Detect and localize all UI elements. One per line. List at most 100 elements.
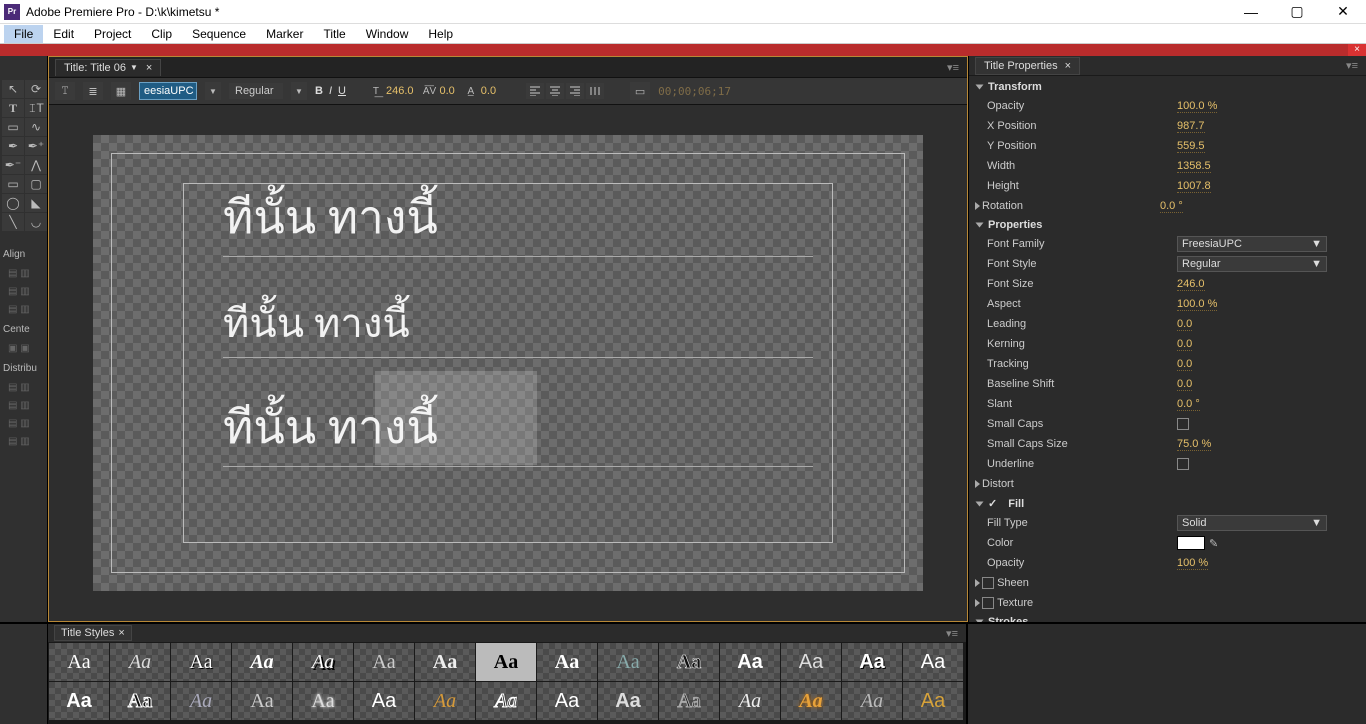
arc-tool-icon[interactable]: ◡ <box>25 213 47 231</box>
aspect-value[interactable]: 100.0 % <box>1177 298 1217 311</box>
leading-value[interactable]: 0.0 <box>1177 318 1192 331</box>
panel-menu-icon[interactable]: ▾≡ <box>1346 59 1366 72</box>
chevron-down-icon[interactable]: ▼ <box>130 63 138 72</box>
italic-button[interactable]: I <box>329 85 332 97</box>
minimize-button[interactable]: — <box>1228 1 1274 23</box>
section-fill[interactable]: Fill <box>1008 498 1024 510</box>
align-left-icon[interactable] <box>526 83 544 99</box>
font-family-input[interactable]: eesiaUPC <box>139 82 197 100</box>
titler-tab[interactable]: Title: Title 06 ▼ × <box>55 59 161 76</box>
tab-close-icon[interactable]: × <box>118 627 124 639</box>
font-family-dropdown-icon[interactable]: ▼ <box>205 82 221 100</box>
style-swatch[interactable]: Aa <box>415 682 475 720</box>
style-swatch[interactable]: Aa <box>354 682 414 720</box>
align-center-icon[interactable] <box>546 83 564 99</box>
menu-edit[interactable]: Edit <box>43 25 84 43</box>
maximize-button[interactable]: ▢ <box>1274 1 1320 23</box>
style-swatch[interactable]: Aa <box>232 682 292 720</box>
menu-marker[interactable]: Marker <box>256 25 313 43</box>
section-strokes[interactable]: Strokes <box>988 616 1028 622</box>
menu-sequence[interactable]: Sequence <box>182 25 256 43</box>
leading-value[interactable]: 0.0 <box>481 85 496 97</box>
area-type-tool-icon[interactable]: ▭ <box>2 118 24 136</box>
underline-button[interactable]: U <box>338 85 346 97</box>
distort-label[interactable]: Distort <box>982 478 1160 490</box>
style-swatch[interactable]: Aa <box>659 643 719 681</box>
font-style-combo[interactable]: Regular▼ <box>1177 256 1327 272</box>
wedge-tool-icon[interactable]: ◣ <box>25 194 47 212</box>
underline-checkbox[interactable] <box>1177 458 1189 470</box>
delete-anchor-tool-icon[interactable]: ✒⁻ <box>2 156 24 174</box>
path-type-tool-icon[interactable]: ∿ <box>25 118 47 136</box>
rounded-rect-tool-icon[interactable]: ▢ <box>25 175 47 193</box>
width-value[interactable]: 1358.5 <box>1177 160 1211 173</box>
align-row[interactable]: ▤ ▥ <box>0 282 47 300</box>
distribute-row[interactable]: ▤ ▥ <box>0 396 47 414</box>
style-swatch[interactable]: Aa <box>842 682 902 720</box>
rotation-value[interactable]: 0.0 ° <box>1160 200 1183 213</box>
style-swatch[interactable]: Aa <box>415 643 475 681</box>
height-value[interactable]: 1007.8 <box>1177 180 1211 193</box>
tracking-value[interactable]: 0.0 <box>1177 358 1192 371</box>
tab-close-icon[interactable]: × <box>146 62 152 74</box>
bold-button[interactable]: B <box>315 85 323 97</box>
kerning-value[interactable]: 0.0 <box>1177 338 1192 351</box>
fill-color-swatch[interactable] <box>1177 536 1205 550</box>
menu-window[interactable]: Window <box>356 25 419 43</box>
style-swatch[interactable]: Aa <box>476 643 536 681</box>
type-tool-icon[interactable]: T <box>2 99 24 117</box>
style-swatch[interactable]: Aa <box>781 643 841 681</box>
style-swatch[interactable]: Aa <box>903 643 963 681</box>
xposition-value[interactable]: 987.7 <box>1177 120 1205 133</box>
rectangle-tool-icon[interactable]: ▭ <box>2 175 24 193</box>
eyedropper-icon[interactable]: ✎ <box>1209 537 1218 550</box>
menu-project[interactable]: Project <box>84 25 141 43</box>
style-swatch[interactable]: Aa <box>720 682 780 720</box>
fill-opacity-value[interactable]: 100 % <box>1177 557 1208 570</box>
style-swatch[interactable]: Aa <box>110 643 170 681</box>
style-swatch[interactable]: Aa <box>49 682 109 720</box>
menu-file[interactable]: File <box>4 25 43 43</box>
style-swatch[interactable]: Aa <box>293 643 353 681</box>
font-size-value[interactable]: 246.0 <box>1177 278 1205 291</box>
menu-title[interactable]: Title <box>313 25 355 43</box>
menu-help[interactable]: Help <box>418 25 463 43</box>
pen-tool-icon[interactable]: ✒ <box>2 137 24 155</box>
panel-menu-icon[interactable]: ▾≡ <box>947 61 967 74</box>
tab-stops-icon[interactable] <box>586 83 604 99</box>
style-swatch[interactable]: Aa <box>171 643 231 681</box>
tab-close-icon[interactable]: × <box>1065 60 1071 72</box>
align-row[interactable]: ▤ ▥ <box>0 300 47 318</box>
selection-tool-icon[interactable]: ↖ <box>2 80 24 98</box>
distribute-row[interactable]: ▤ ▥ <box>0 414 47 432</box>
vertical-type-tool-icon[interactable]: 𝙸T <box>25 99 47 117</box>
menu-clip[interactable]: Clip <box>141 25 182 43</box>
style-swatch[interactable]: Aa <box>354 643 414 681</box>
timecode[interactable]: 00;00;06;17 <box>658 85 731 98</box>
distribute-row[interactable]: ▤ ▥ <box>0 378 47 396</box>
style-swatch[interactable]: Aa <box>598 682 658 720</box>
fill-checkbox[interactable]: ✓ <box>988 497 997 510</box>
small-caps-size-value[interactable]: 75.0 % <box>1177 438 1211 451</box>
baseline-value[interactable]: 0.0 <box>1177 378 1192 391</box>
font-size-value[interactable]: 246.0 <box>386 85 414 97</box>
style-swatch[interactable]: Aa <box>293 682 353 720</box>
align-row[interactable]: ▤ ▥ <box>0 264 47 282</box>
alert-close-button[interactable]: × <box>1348 44 1366 56</box>
rotate-tool-icon[interactable]: ⟳ <box>25 80 47 98</box>
title-styles-tab[interactable]: Title Styles× <box>54 625 132 641</box>
center-row[interactable]: ▣ ▣ <box>0 339 47 357</box>
opacity-value[interactable]: 100.0 % <box>1177 100 1217 113</box>
show-video-icon[interactable]: ▭ <box>630 82 650 100</box>
style-swatch[interactable]: Aa <box>232 643 292 681</box>
roll-crawl-icon[interactable]: ≣ <box>83 82 103 100</box>
style-swatch[interactable]: Aa <box>171 682 231 720</box>
style-swatch[interactable]: Aa <box>110 682 170 720</box>
ellipse-tool-icon[interactable]: ◯ <box>2 194 24 212</box>
title-text-line[interactable]: ทีนั้น ทางนี้ <box>223 181 813 257</box>
style-swatch[interactable]: Aa <box>781 682 841 720</box>
texture-checkbox[interactable] <box>982 597 994 609</box>
section-transform[interactable]: Transform <box>988 81 1042 93</box>
panel-menu-icon[interactable]: ▾≡ <box>946 627 966 640</box>
title-type-icon[interactable]: 𝚃 <box>55 82 75 100</box>
